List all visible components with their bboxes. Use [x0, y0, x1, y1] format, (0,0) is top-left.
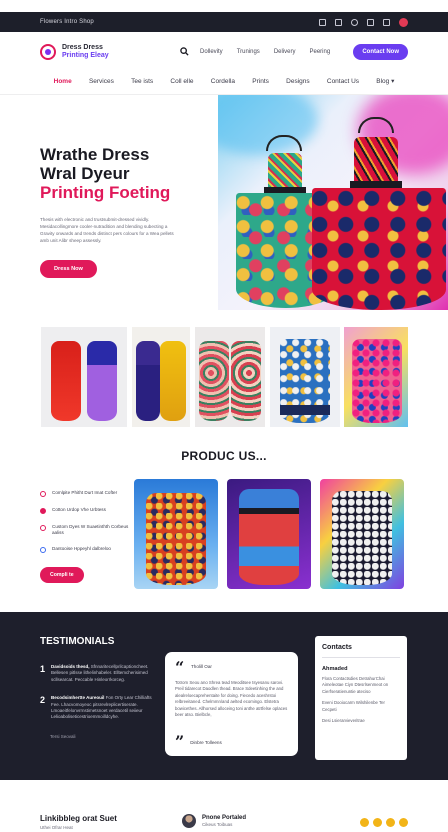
facebook-icon[interactable]	[383, 18, 390, 26]
list-item: Cotton Urdop Vhe Urbtess	[40, 507, 132, 514]
top-bar: Flowers Intro Shop	[0, 12, 448, 32]
header-links: Dollevity Trunings Delivery Peering	[200, 49, 353, 55]
footer-person-name: Pnone Portaled	[202, 815, 247, 821]
logo-mark-icon	[40, 44, 56, 60]
logo-line-1: Dress Dress	[62, 44, 103, 51]
product-card-3[interactable]	[320, 479, 404, 589]
products-button[interactable]: Compli te	[40, 567, 84, 583]
header-link-2[interactable]: Trunings	[237, 49, 260, 55]
testimonial-item: 2 Becodsimhertte Aureouil Fon Orty Lear …	[40, 695, 158, 721]
nav-item-6[interactable]: Prints	[252, 78, 269, 85]
header-link-3[interactable]: Delivery	[274, 49, 296, 55]
quote-heading: Tholill Oar	[191, 664, 212, 669]
contacts-subtitle: Ahmaded	[322, 666, 348, 672]
social-icon[interactable]	[399, 818, 408, 827]
bullet-icon	[40, 547, 46, 553]
nav-item-5[interactable]: Cordella	[211, 78, 235, 85]
social-icon[interactable]	[360, 818, 369, 827]
contacts-line-3: Desi Lsierarvieveritrae	[322, 718, 365, 724]
logo[interactable]: Dress Dress Printing Eleay	[40, 44, 170, 60]
list-item: Custom Dyes W Suaetinthth Corbeus aaliss	[40, 524, 132, 536]
footer-person-role: Cikeus Toibuas	[202, 822, 233, 827]
testimonials-footnote: Tersi Seovali	[50, 734, 76, 739]
list-item: Dantooise Hppeyhl dalbreloo	[40, 546, 132, 553]
product-feature-3: Custom Dyes W Suaetinthth Corbeus aaliss	[52, 524, 129, 535]
dress-thumb-1[interactable]	[41, 327, 127, 427]
nav-item-home[interactable]: Home	[54, 78, 72, 85]
product-card-2[interactable]	[227, 479, 311, 589]
testimonial-number: 1	[40, 664, 46, 674]
footer-subtitle: Uthei Ofrar Heat	[40, 825, 73, 830]
footer: Linkibbleg orat Suet Uthei Ofrar Heat Pn…	[0, 808, 448, 832]
avatar	[182, 814, 196, 828]
testimonials-list: 1 Davidsoids thesd, Sfnnaritecellprilcap…	[40, 664, 158, 733]
nav-item-7[interactable]: Designs	[286, 78, 309, 85]
hero-description: Thesis with electronic and trustsubmit-d…	[40, 217, 174, 243]
testimonial-heading: Davidsoids thesd,	[51, 664, 90, 669]
nav-item-3[interactable]: Tee ists	[131, 78, 153, 85]
hero-title-line-3: Printing Foeting	[40, 183, 171, 202]
social-icon[interactable]	[386, 818, 395, 827]
dress-thumb-4[interactable]	[270, 327, 340, 427]
contacts-title: Contacts	[322, 644, 352, 651]
hero-image	[218, 95, 448, 310]
mail-icon[interactable]	[335, 18, 342, 26]
footer-title: Linkibbleg orat Suet	[40, 814, 117, 823]
nav-item-4[interactable]: Coll elle	[170, 78, 193, 85]
footer-person: Pnone Portaled Cikeus Toibuas	[182, 814, 246, 828]
testimonial-item: 1 Davidsoids thesd, Sfnnaritecellprilcap…	[40, 664, 158, 683]
dress-thumb-2[interactable]	[132, 327, 190, 427]
bullet-icon	[40, 508, 46, 514]
search-icon[interactable]	[180, 46, 194, 58]
bullet-icon	[40, 491, 46, 497]
topbar-text: Flowers Intro Shop	[40, 19, 94, 25]
nav-item-services[interactable]: Services	[89, 78, 114, 85]
header-link-4[interactable]: Peering	[309, 49, 330, 55]
dress-thumb-3[interactable]	[195, 327, 265, 427]
nav-item-blog[interactable]: Blog ▾	[376, 77, 394, 85]
site-header: Dress Dress Printing Eleay Dollevity Tru…	[0, 32, 448, 72]
hero-title: Wrathe Dress Wral Dyeur Printing Foeting	[40, 145, 210, 202]
product-feature-1: Comlpite Phitht Durt Imat Cofter	[52, 490, 118, 495]
location-icon[interactable]	[351, 18, 358, 26]
product-feature-list: Comlpite Phitht Durt Imat Cofter Cotton …	[40, 490, 132, 583]
dress-thumb-5[interactable]	[344, 327, 408, 427]
list-item: Comlpite Phitht Durt Imat Cofter	[40, 490, 132, 497]
hero-section: Wrathe Dress Wral Dyeur Printing Foeting…	[0, 95, 448, 310]
contacts-line-2: Eveni Dooiocarm Wilshilenbe Ter Cecpeti	[322, 700, 385, 712]
quote-author: Dinbre Tolleens	[190, 739, 222, 745]
topbar-icons	[319, 17, 408, 27]
contacts-divider	[322, 657, 400, 658]
footer-social-icons	[360, 818, 408, 827]
social-icon[interactable]	[373, 818, 382, 827]
logo-line-2: Printing Eleay	[62, 52, 109, 59]
hero-cta-button[interactable]: Dress Now	[40, 260, 97, 278]
contacts-card: Contacts Ahmaded Flora Contactsdies Detr…	[315, 636, 407, 760]
hero-title-line-2: Wral Dyeur	[40, 164, 130, 183]
quote-card: “ Tholill Oar Totrom Seou ano Shrea tead…	[165, 652, 298, 756]
products-title: PRODUC US...	[181, 449, 267, 463]
contact-now-button[interactable]: Contact Now	[353, 44, 408, 60]
quote-body: Totrom Seou ano Shrea tead Meoditsee tsy…	[175, 680, 288, 718]
product-feature-2: Cotton Urdop Vhe Urbtess	[52, 507, 106, 512]
testimonial-number: 2	[40, 695, 46, 706]
twitter-icon[interactable]	[367, 18, 374, 26]
testimonials-section: TESTIMONIALS 1 Davidsoids thesd, Sfnnari…	[0, 612, 448, 780]
logo-text: Dress Dress Printing Eleay	[62, 44, 109, 60]
main-nav: Home Services Tee ists Coll elle Cordell…	[0, 72, 448, 90]
grid-icon[interactable]	[319, 18, 326, 26]
instagram-icon[interactable]	[399, 17, 408, 27]
hero-text: Wrathe Dress Wral Dyeur Printing Foeting…	[40, 145, 210, 278]
bullet-icon	[40, 525, 46, 531]
testimonials-title: TESTIMONIALS	[40, 636, 115, 647]
nav-item-contact[interactable]: Contact Us	[327, 78, 359, 85]
close-quote-icon: ”	[175, 732, 185, 751]
testimonial-heading: Becodsimhertte Aureouil	[51, 695, 105, 701]
hero-title-line-1: Wrathe Dress	[40, 145, 150, 164]
product-feature-4: Dantooise Hppeyhl dalbreloo	[52, 546, 111, 551]
header-link-1[interactable]: Dollevity	[200, 49, 223, 55]
contacts-line-1: Flora Contactsdies DetrahurChai Aimeleot…	[322, 676, 389, 694]
red-dress-image	[306, 111, 446, 310]
product-card-1[interactable]	[134, 479, 218, 589]
